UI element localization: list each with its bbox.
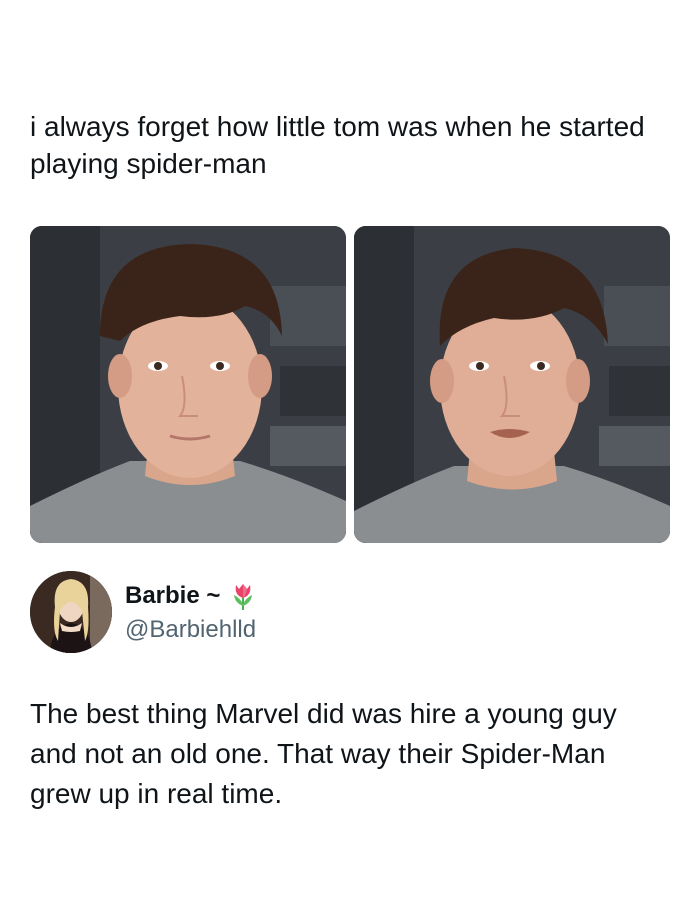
- handle[interactable]: @Barbiehlld: [125, 615, 256, 645]
- post-text: i always forget how little tom was when …: [30, 111, 645, 179]
- tulip-icon: [231, 581, 255, 611]
- avatar[interactable]: [30, 571, 112, 653]
- photo-left[interactable]: [30, 226, 346, 543]
- quoted-post-text: The best thing Marvel did was hire a you…: [30, 698, 617, 809]
- display-name-text: Barbie ~: [125, 582, 221, 609]
- photo-grid: [30, 226, 670, 543]
- display-name[interactable]: Barbie ~: [125, 581, 255, 611]
- photo-right[interactable]: [354, 226, 670, 543]
- quoted-post-header: Barbie ~ @Barbiehlld: [30, 571, 670, 655]
